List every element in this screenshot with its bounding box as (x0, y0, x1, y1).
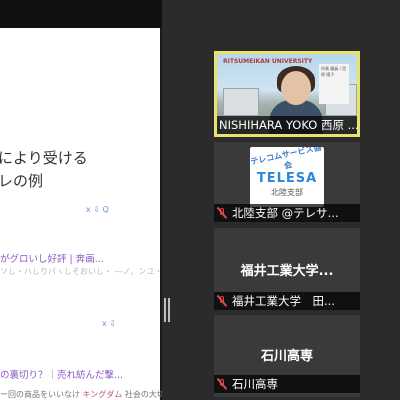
result-snippet-1: ソし・ハしりパヽしそおいし・ ―ノ、ンユ・ (0, 267, 162, 276)
result-controls-1[interactable]: x ⇩ Q (86, 205, 109, 214)
name-card: 所属 職員 / 西原 陽子 (319, 64, 349, 104)
result-link-1[interactable]: がグロいし好評 | 奔画... (0, 251, 104, 265)
background-building (223, 88, 259, 116)
telesa-logo: テレコムサービス協会 TELESA 北陸支部 (250, 147, 324, 207)
university-logo: RITSUMEIKAN UNIVERSITY (223, 58, 313, 65)
participant-tile-ishikawa[interactable]: 石川高専 石川高専 (214, 315, 360, 397)
result-controls-2[interactable]: x ⇩ (102, 319, 116, 328)
participant-name: 福井工業大学 田... (232, 294, 335, 308)
participant-name-bar: 福井工業大学 田... (214, 292, 360, 310)
split-handle[interactable] (164, 298, 166, 322)
mic-muted-icon (216, 207, 228, 219)
shared-slide: により受ける レの例 x ⇩ Q がグロいし好評 | 奔画... ソし・ハしりパ… (0, 28, 162, 400)
result-snippet-2: ー回の商品をいいなけ キングダム 社会の大切 (0, 389, 162, 400)
mic-muted-icon (216, 378, 228, 390)
participant-name-bar: 石川高専 (214, 375, 360, 393)
participant-name: NISHIHARA YOKO 西原 ... (217, 116, 357, 134)
result-link-2[interactable]: の裏切り？｜売れ紡んだ撃... (0, 367, 123, 381)
participant-name-bar: 北陸支部 @テレサ... (214, 204, 360, 222)
snippet-suffix: 社会の大切 (122, 390, 162, 399)
person-face (281, 71, 311, 105)
slide-text-line-1: により受ける (0, 149, 88, 167)
participant-display-name: 福井工業大学... (240, 264, 334, 279)
split-handle-2[interactable] (168, 298, 170, 322)
participant-tile-hokuriku[interactable]: テレコムサービス協会 TELESA 北陸支部 北陸支部 @テレサ... (214, 142, 360, 222)
shared-screen: により受ける レの例 x ⇩ Q がグロいし好評 | 奔画... ソし・ハしりパ… (0, 0, 162, 400)
participant-name: 北陸支部 @テレサ... (232, 206, 339, 220)
logo-branch: 北陸支部 (271, 188, 303, 197)
mic-muted-icon (216, 295, 228, 307)
participant-display-name: 石川高専 (260, 349, 313, 364)
logo-brand: TELESA (256, 171, 318, 186)
participant-tile-nishihara[interactable]: RITSUMEIKAN UNIVERSITY 所属 職員 / 西原 陽子 NIS… (214, 51, 360, 137)
shared-screen-toolbar (0, 0, 162, 28)
snippet-prefix: ー回の商品をいいなけ (0, 390, 83, 399)
slide-text-line-2: レの例 (0, 172, 44, 190)
participant-name: 石川高専 (232, 377, 278, 391)
snippet-highlight: キングダム (82, 390, 123, 399)
participant-tile-fukui[interactable]: 福井工業大学... 福井工業大学 田... (214, 228, 360, 310)
